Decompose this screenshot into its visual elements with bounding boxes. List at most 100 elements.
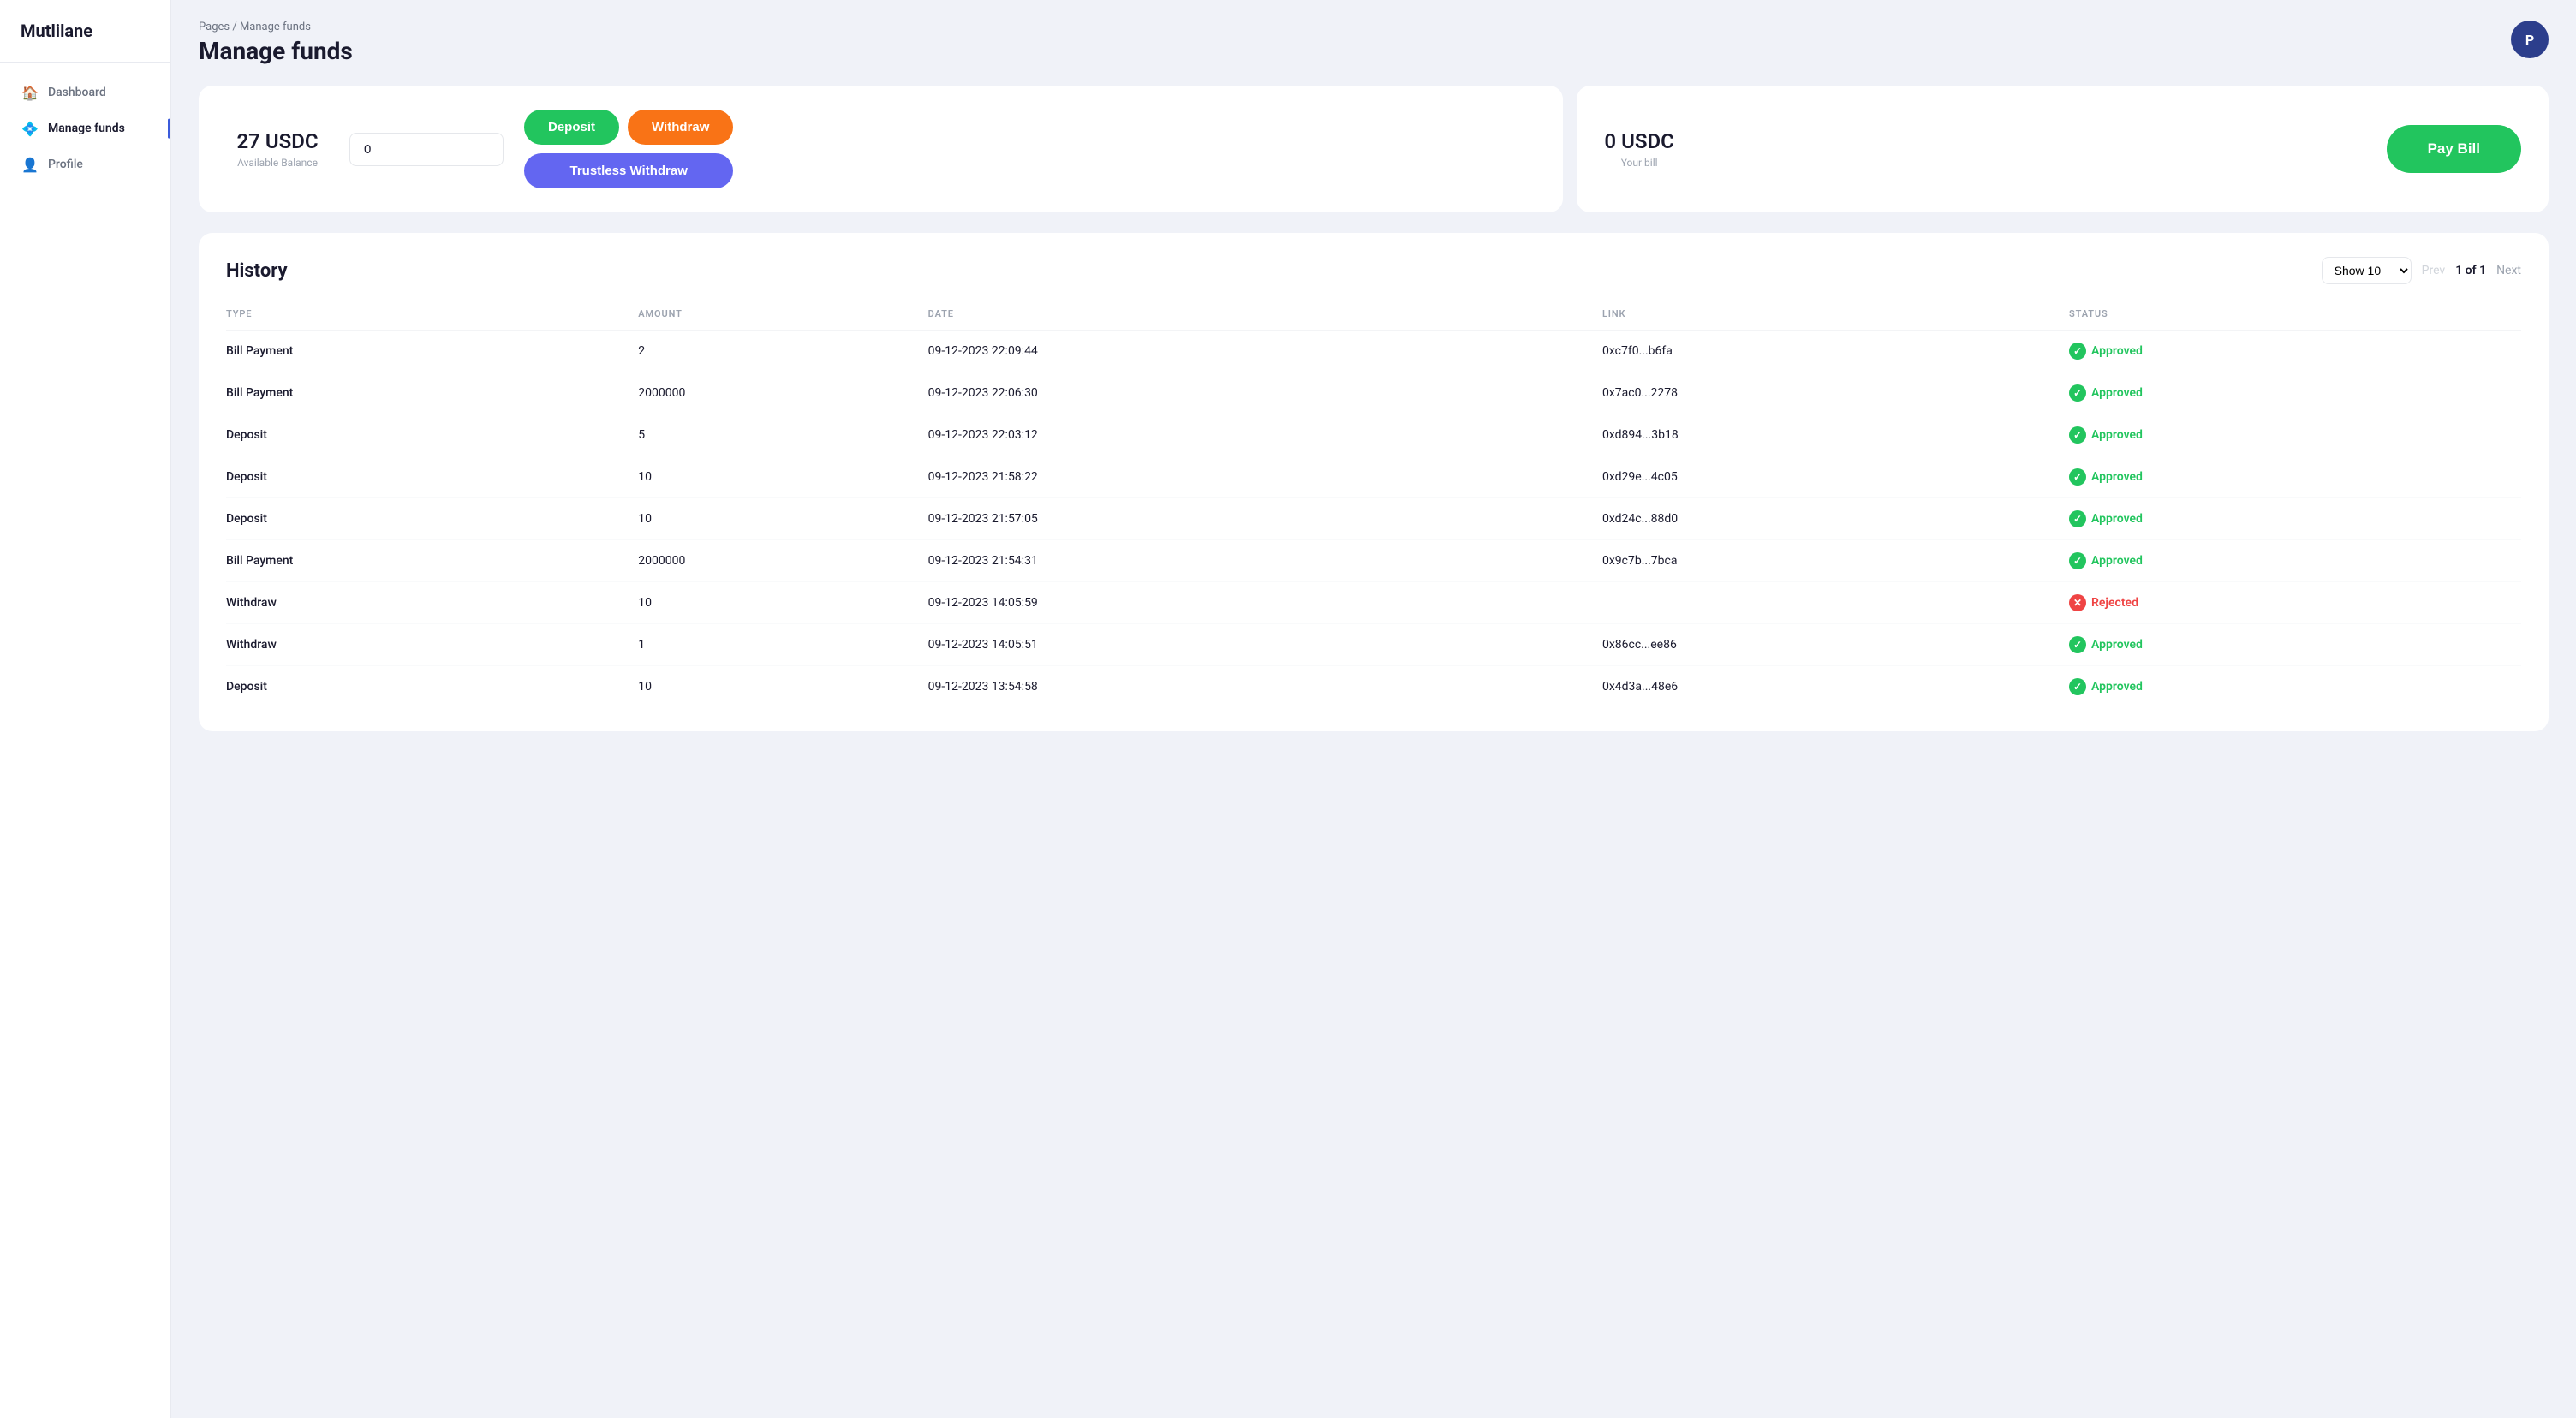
status-label: Rejected xyxy=(2091,596,2138,610)
table-row: Deposit1009-12-2023 21:57:050xd24c...88d… xyxy=(226,498,2521,540)
cell-date: 09-12-2023 22:09:44 xyxy=(928,331,1602,372)
app-logo: Mutlilane xyxy=(0,21,170,63)
col-date: DATE xyxy=(928,301,1602,331)
status-badge: ✓ Approved xyxy=(2069,510,2521,527)
pay-bill-button[interactable]: Pay Bill xyxy=(2387,125,2521,173)
next-button[interactable]: Next xyxy=(2496,264,2521,277)
cell-type: Withdraw xyxy=(226,624,638,666)
cell-link[interactable]: 0xd24c...88d0 xyxy=(1602,498,2069,540)
cell-date: 09-12-2023 21:58:22 xyxy=(928,456,1602,498)
cell-link[interactable]: 0x9c7b...7bca xyxy=(1602,540,2069,582)
trustless-withdraw-button[interactable]: Trustless Withdraw xyxy=(524,153,733,188)
cell-status: ✕ Rejected xyxy=(2069,582,2521,624)
approved-icon: ✓ xyxy=(2069,552,2086,569)
bill-amount: 0 USDC xyxy=(1604,129,1673,153)
sidebar-item-label: Profile xyxy=(48,158,83,171)
prev-button[interactable]: Prev xyxy=(2422,264,2446,277)
cell-amount: 10 xyxy=(638,666,927,708)
history-title: History xyxy=(226,260,288,282)
status-label: Approved xyxy=(2091,512,2143,526)
cell-date: 09-12-2023 14:05:51 xyxy=(928,624,1602,666)
cell-date: 09-12-2023 22:03:12 xyxy=(928,414,1602,456)
cell-link[interactable]: 0x4d3a...48e6 xyxy=(1602,666,2069,708)
page-header: Pages / Manage funds Manage funds xyxy=(199,21,353,65)
table-row: Bill Payment209-12-2023 22:09:440xc7f0..… xyxy=(226,331,2521,372)
table-header: TYPE AMOUNT DATE LINK STATUS xyxy=(226,301,2521,331)
status-badge: ✓Approved xyxy=(2069,384,2521,402)
table-body: Bill Payment209-12-2023 22:09:440xc7f0..… xyxy=(226,331,2521,708)
avatar[interactable]: P xyxy=(2511,21,2549,58)
cell-link[interactable]: 0xd29e...4c05 xyxy=(1602,456,2069,498)
cell-date: 09-12-2023 21:57:05 xyxy=(928,498,1602,540)
status-label: Approved xyxy=(2091,344,2143,358)
deposit-button[interactable]: Deposit xyxy=(524,110,619,145)
cell-type: Deposit xyxy=(226,456,638,498)
status-badge: ✓Approved xyxy=(2069,343,2521,360)
sidebar-item-profile[interactable]: 👤 Profile xyxy=(10,148,160,181)
rejected-icon: ✕ xyxy=(2069,594,2086,611)
cell-date: 09-12-2023 22:06:30 xyxy=(928,372,1602,414)
home-icon: 🏠 xyxy=(22,85,38,100)
cell-link xyxy=(1602,582,2069,624)
col-amount: AMOUNT xyxy=(638,301,927,331)
cell-amount: 1 xyxy=(638,624,927,666)
cell-status: ✓Approved xyxy=(2069,624,2521,666)
cell-link[interactable]: 0x86cc...ee86 xyxy=(1602,624,2069,666)
cell-type: Withdraw xyxy=(226,582,638,624)
cell-status: ✓Approved xyxy=(2069,414,2521,456)
sidebar: Mutlilane 🏠 Dashboard 💠 Manage funds 👤 P… xyxy=(0,0,171,1418)
cell-amount: 10 xyxy=(638,456,927,498)
table-row: Bill Payment200000009-12-2023 22:06:300x… xyxy=(226,372,2521,414)
table-row: Bill Payment200000009-12-2023 21:54:310x… xyxy=(226,540,2521,582)
bill-label: Your bill xyxy=(1621,157,1658,169)
status-label: Approved xyxy=(2091,554,2143,568)
status-badge: ✓Approved xyxy=(2069,636,2521,653)
cell-date: 09-12-2023 21:54:31 xyxy=(928,540,1602,582)
cell-link[interactable]: 0xc7f0...b6fa xyxy=(1602,331,2069,372)
col-link: LINK xyxy=(1602,301,2069,331)
history-header: History Show 10 Show 25 Show 50 Show 100… xyxy=(226,257,2521,284)
person-icon: 👤 xyxy=(22,157,38,172)
cell-type: Bill Payment xyxy=(226,540,638,582)
breadcrumb-separator: / xyxy=(232,21,240,33)
bill-section: 0 USDC Your bill xyxy=(1604,129,1673,169)
cell-amount: 5 xyxy=(638,414,927,456)
btn-row: Deposit Withdraw xyxy=(524,110,733,145)
funds-icon: 💠 xyxy=(22,121,38,136)
cell-amount: 2000000 xyxy=(638,540,927,582)
col-status: STATUS xyxy=(2069,301,2521,331)
show-select[interactable]: Show 10 Show 25 Show 50 Show 100 xyxy=(2322,257,2412,284)
approved-icon: ✓ xyxy=(2069,636,2086,653)
cell-type: Bill Payment xyxy=(226,372,638,414)
history-table: TYPE AMOUNT DATE LINK STATUS Bill Paymen… xyxy=(226,301,2521,707)
cell-type: Bill Payment xyxy=(226,331,638,372)
balance-amount: 27 USDC xyxy=(236,129,318,153)
cell-status: ✓Approved xyxy=(2069,372,2521,414)
cell-type: Deposit xyxy=(226,414,638,456)
breadcrumb: Pages / Manage funds xyxy=(199,21,353,33)
status-label: Approved xyxy=(2091,470,2143,484)
withdraw-button[interactable]: Withdraw xyxy=(628,110,733,145)
page-info: 1 of 1 xyxy=(2455,264,2486,277)
sidebar-item-manage-funds[interactable]: 💠 Manage funds xyxy=(10,112,160,145)
cell-amount: 10 xyxy=(638,582,927,624)
status-badge: ✓ Approved xyxy=(2069,468,2521,486)
cell-amount: 10 xyxy=(638,498,927,540)
approved-icon: ✓ xyxy=(2069,678,2086,695)
balance-input[interactable] xyxy=(349,133,504,166)
table-row: Deposit509-12-2023 22:03:120xd894...3b18… xyxy=(226,414,2521,456)
approved-icon: ✓ xyxy=(2069,510,2086,527)
balance-section: 27 USDC Available Balance xyxy=(226,129,329,169)
approved-icon: ✓ xyxy=(2069,468,2086,486)
cell-status: ✓ Approved xyxy=(2069,498,2521,540)
cell-status: ✓Approved xyxy=(2069,331,2521,372)
cell-amount: 2 xyxy=(638,331,927,372)
cell-link[interactable]: 0xd894...3b18 xyxy=(1602,414,2069,456)
sidebar-item-dashboard[interactable]: 🏠 Dashboard xyxy=(10,76,160,109)
cell-status: ✓ Approved xyxy=(2069,456,2521,498)
action-buttons: Deposit Withdraw Trustless Withdraw xyxy=(524,110,733,188)
cell-date: 09-12-2023 14:05:59 xyxy=(928,582,1602,624)
pagination-controls: Show 10 Show 25 Show 50 Show 100 Prev 1 … xyxy=(2322,257,2521,284)
sidebar-nav: 🏠 Dashboard 💠 Manage funds 👤 Profile xyxy=(0,76,170,181)
cell-link[interactable]: 0x7ac0...2278 xyxy=(1602,372,2069,414)
